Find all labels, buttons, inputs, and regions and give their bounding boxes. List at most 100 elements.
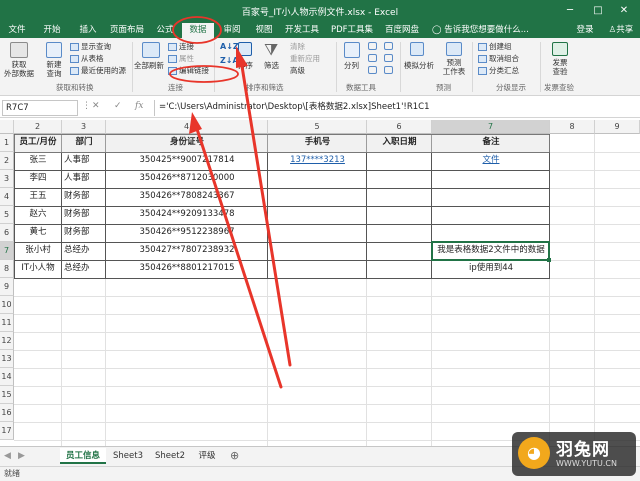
row-header[interactable]: 17 — [0, 422, 14, 440]
consolidate-icon[interactable] — [384, 42, 393, 50]
group-button[interactable]: 创建组 — [478, 41, 512, 52]
flash-fill-icon[interactable] — [368, 42, 377, 50]
note-cell[interactable]: 我是表格数据2文件中的数据 — [432, 242, 550, 260]
data-model-icon[interactable] — [384, 66, 393, 74]
note-cell[interactable] — [432, 206, 550, 224]
dept-cell[interactable]: 部门 — [62, 134, 106, 152]
dept-cell[interactable]: 财务部 — [62, 188, 106, 206]
note-cell[interactable] — [432, 224, 550, 242]
column-header[interactable]: 7 — [432, 120, 550, 134]
hire-date-cell[interactable] — [367, 152, 432, 170]
from-table-button[interactable]: 从表格 — [70, 53, 104, 64]
scroll-right-icon[interactable]: ▶ — [18, 448, 25, 464]
id-cell[interactable]: 身份证号 — [106, 134, 268, 152]
name-box[interactable]: R7C7 — [2, 100, 78, 116]
row-header[interactable]: 3 — [0, 170, 14, 188]
name-cell[interactable]: IT小人物 — [14, 260, 62, 278]
minimize-button[interactable]: ─ — [560, 3, 580, 19]
filter-button[interactable]: 筛选 — [264, 60, 279, 71]
reapply-button[interactable]: 重新应用 — [290, 53, 320, 64]
note-cell[interactable]: 备注 — [432, 134, 550, 152]
id-cell[interactable]: 350426**9512238967 — [106, 224, 268, 242]
column-header[interactable]: 2 — [14, 120, 62, 134]
row-header[interactable]: 6 — [0, 224, 14, 242]
subtotal-button[interactable]: 分类汇总 — [478, 65, 519, 76]
tab-baidu-netdisk[interactable]: 百度网盘 — [380, 23, 424, 37]
new-query-button[interactable]: 新建 查询 — [40, 60, 68, 78]
phone-cell[interactable]: 137****3213 — [268, 152, 367, 170]
dept-cell[interactable]: 人事部 — [62, 152, 106, 170]
ungroup-button[interactable]: 取消组合 — [478, 53, 519, 64]
close-button[interactable]: ✕ — [614, 3, 634, 19]
row-header[interactable]: 15 — [0, 386, 14, 404]
cancel-icon[interactable]: ✕ — [92, 101, 100, 111]
row-header[interactable]: 7 — [0, 242, 14, 260]
column-header[interactable]: 9 — [595, 120, 640, 134]
sort-az-icon[interactable]: A↓Z — [220, 42, 239, 51]
enter-icon[interactable]: ✓ — [114, 101, 122, 111]
refresh-all-button[interactable]: 全部刷新 — [134, 60, 164, 71]
sheet-tab-employee-info[interactable]: 员工信息 — [60, 448, 106, 464]
scroll-left-icon[interactable]: ◀ — [4, 448, 11, 464]
row-header[interactable]: 9 — [0, 278, 14, 296]
name-cell[interactable]: 张三 — [14, 152, 62, 170]
phone-cell[interactable] — [268, 206, 367, 224]
row-header[interactable]: 2 — [0, 152, 14, 170]
dept-cell[interactable]: 人事部 — [62, 170, 106, 188]
row-header[interactable]: 11 — [0, 314, 14, 332]
phone-cell[interactable] — [268, 224, 367, 242]
dept-cell[interactable]: 总经办 — [62, 260, 106, 278]
note-cell[interactable]: 文件 — [432, 152, 550, 170]
sort-button[interactable]: 排序 — [238, 60, 253, 71]
dept-cell[interactable]: 财务部 — [62, 224, 106, 242]
name-cell[interactable]: 王五 — [14, 188, 62, 206]
invoice-check-button[interactable]: 发票 查验 — [546, 58, 574, 76]
hire-date-cell[interactable] — [367, 206, 432, 224]
text-to-columns-button[interactable]: 分列 — [344, 60, 359, 71]
tab-page-layout[interactable]: 页面布局 — [106, 23, 148, 37]
name-cell[interactable]: 赵六 — [14, 206, 62, 224]
phone-cell[interactable] — [268, 260, 367, 278]
sheet-tab-rating[interactable]: 评级 — [192, 448, 222, 464]
forecast-sheet-button[interactable]: 预测 工作表 — [440, 58, 468, 76]
tab-developer[interactable]: 开发工具 — [282, 23, 322, 37]
id-cell[interactable]: 350425**9007217814 — [106, 152, 268, 170]
clear-button[interactable]: 清除 — [290, 41, 305, 52]
row-header[interactable]: 13 — [0, 350, 14, 368]
tab-view[interactable]: 视图 — [250, 23, 278, 37]
tab-review[interactable]: 审阅 — [218, 23, 246, 37]
phone-cell[interactable] — [268, 188, 367, 206]
data-validation-icon[interactable] — [368, 66, 377, 74]
phone-cell[interactable] — [268, 170, 367, 188]
column-header[interactable]: 8 — [550, 120, 595, 134]
select-all-corner[interactable] — [0, 120, 14, 134]
phone-cell[interactable]: 手机号 — [268, 134, 367, 152]
hire-date-cell[interactable] — [367, 170, 432, 188]
get-external-data-button[interactable]: 获取 外部数据 — [2, 60, 36, 78]
tab-formulas[interactable]: 公式 — [152, 23, 178, 37]
sheet-tab-sheet2[interactable]: Sheet2 — [150, 448, 190, 464]
row-header[interactable]: 10 — [0, 296, 14, 314]
sort-za-icon[interactable]: Z↓A — [220, 56, 239, 65]
row-header[interactable]: 4 — [0, 188, 14, 206]
row-header[interactable]: 14 — [0, 368, 14, 386]
what-if-analysis-button[interactable]: 模拟分析 — [404, 60, 434, 71]
id-cell[interactable]: 350427**7807238932 — [106, 242, 268, 260]
recent-sources-button[interactable]: 最近使用的源 — [70, 65, 126, 76]
sheet-tab-sheet3[interactable]: Sheet3 — [108, 448, 148, 464]
tell-me-box[interactable]: ◯ 告诉我您想要做什么... — [432, 23, 550, 37]
id-cell[interactable]: 350426**8712030000 — [106, 170, 268, 188]
tab-home[interactable]: 开始 — [36, 23, 68, 37]
row-header[interactable]: 5 — [0, 206, 14, 224]
hire-date-cell[interactable]: 入职日期 — [367, 134, 432, 152]
tab-file[interactable]: 文件 — [2, 23, 32, 37]
hire-date-cell[interactable] — [367, 224, 432, 242]
properties-button[interactable]: 属性 — [168, 53, 194, 64]
note-cell[interactable] — [432, 170, 550, 188]
id-cell[interactable]: 350426**7808243367 — [106, 188, 268, 206]
column-header[interactable]: 5 — [268, 120, 367, 134]
dept-cell[interactable]: 财务部 — [62, 206, 106, 224]
name-cell[interactable]: 黄七 — [14, 224, 62, 242]
show-query-button[interactable]: 显示查询 — [70, 41, 111, 52]
hire-date-cell[interactable] — [367, 188, 432, 206]
